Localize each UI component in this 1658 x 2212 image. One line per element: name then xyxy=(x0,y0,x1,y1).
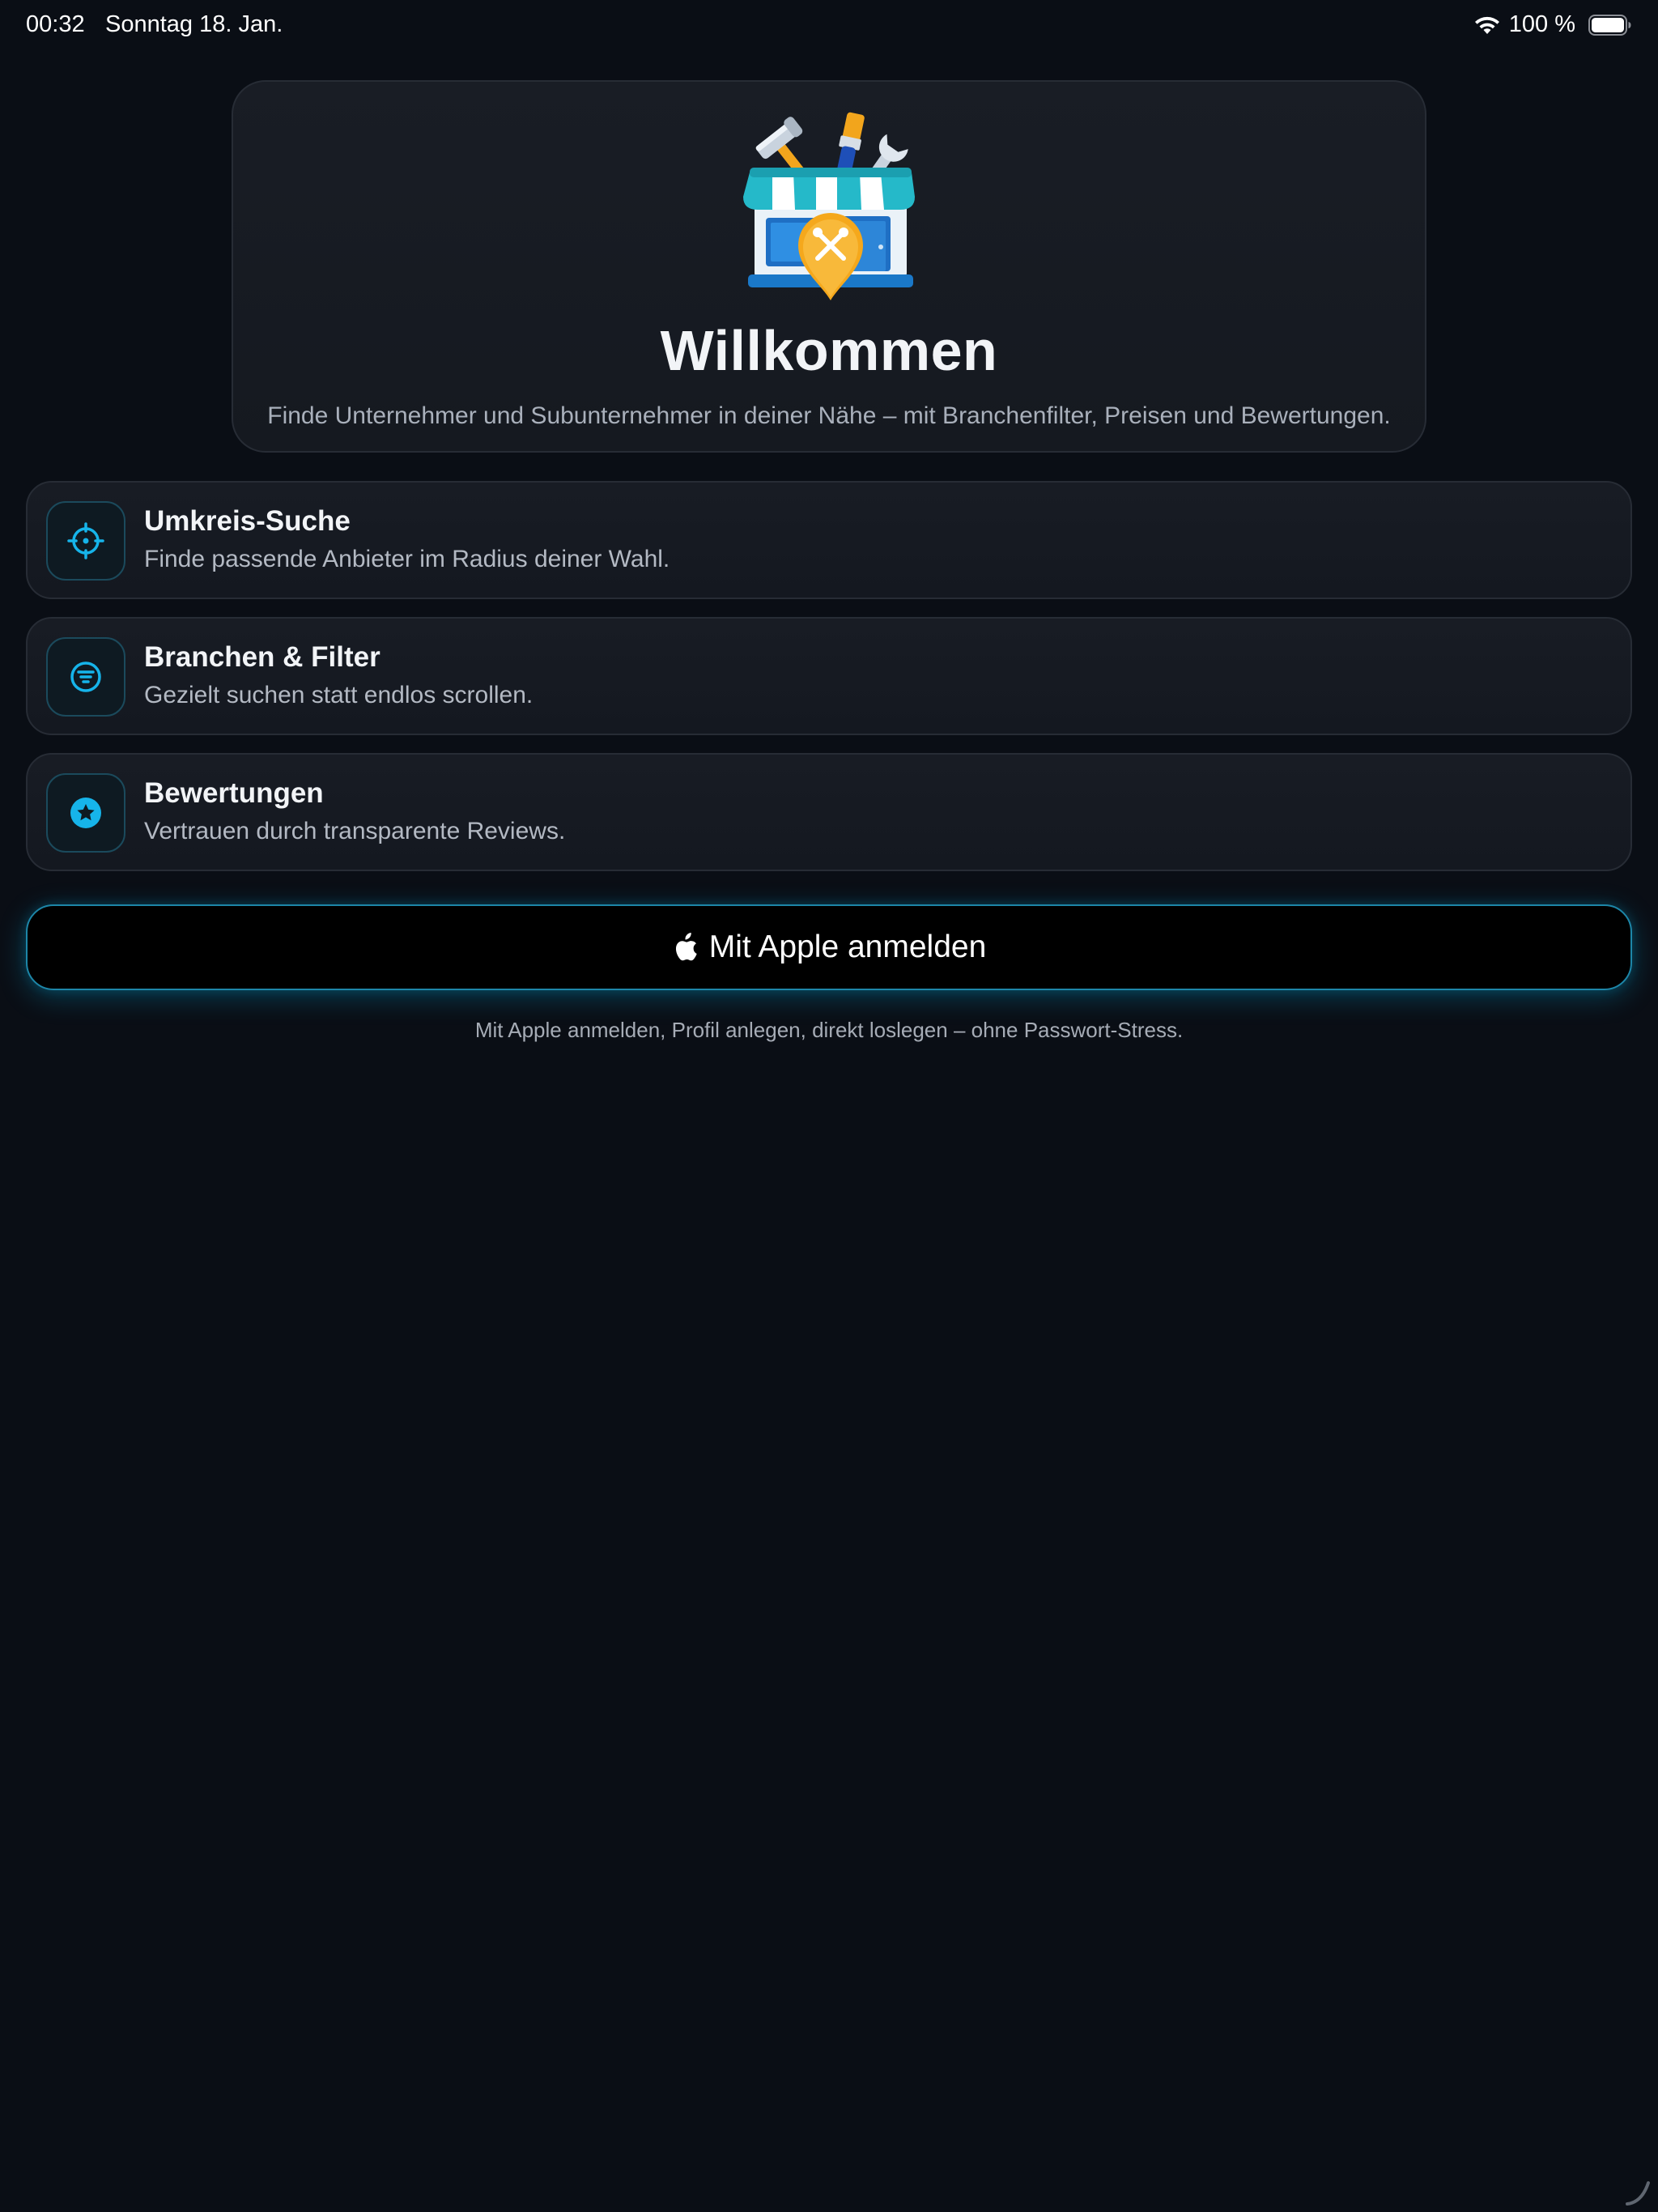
battery-percentage: 100 % xyxy=(1508,11,1575,37)
feature-icon-box xyxy=(46,773,125,853)
feature-card-filters: Branchen & Filter Gezielt suchen statt e… xyxy=(26,617,1632,735)
sign-in-with-apple-button[interactable]: Mit Apple anmelden xyxy=(26,904,1632,990)
status-time: 00:32 xyxy=(26,11,85,37)
status-bar: 00:32 Sonntag 18. Jan. 100 % xyxy=(0,0,1658,52)
feature-title: Bewertungen xyxy=(144,777,324,809)
sign-in-footnote: Mit Apple anmelden, Profil anlegen, dire… xyxy=(474,1018,1184,1042)
sign-in-label: Mit Apple anmelden xyxy=(708,929,987,964)
feature-icon-box xyxy=(46,637,125,717)
feature-card-reviews: Bewertungen Vertrauen durch transparente… xyxy=(26,753,1632,871)
welcome-card: Willkommen Finde Unternehmer und Subunte… xyxy=(232,80,1426,453)
feature-title: Umkreis-Suche xyxy=(144,505,351,537)
battery-icon xyxy=(1588,14,1631,36)
feature-description: Finde passende Anbieter im Radius deiner… xyxy=(144,546,670,572)
feature-description: Vertrauen durch transparente Reviews. xyxy=(144,818,566,844)
filter-circle-icon xyxy=(70,661,101,692)
star-circle-icon xyxy=(70,798,101,828)
apple-logo-icon xyxy=(675,933,697,961)
crosshair-icon xyxy=(67,522,104,559)
feature-description: Gezielt suchen statt endlos scrollen. xyxy=(144,682,534,708)
page-subtitle: Finde Unternehmer und Subunternehmer in … xyxy=(267,402,1391,429)
welcome-screen: 00:32 Sonntag 18. Jan. 100 % Willkommen … xyxy=(0,0,1658,2212)
status-date: Sonntag 18. Jan. xyxy=(105,11,283,37)
feature-title: Branchen & Filter xyxy=(144,641,380,673)
storefront-tools-icon xyxy=(743,112,915,300)
page-title: Willkommen xyxy=(660,319,998,382)
wifi-icon xyxy=(1474,16,1499,34)
feature-card-radius-search: Umkreis-Suche Finde passende Anbieter im… xyxy=(26,481,1632,599)
feature-icon-box xyxy=(46,501,125,581)
status-right: 100 % xyxy=(1473,11,1632,38)
resize-handle-icon[interactable] xyxy=(1621,2176,1653,2209)
